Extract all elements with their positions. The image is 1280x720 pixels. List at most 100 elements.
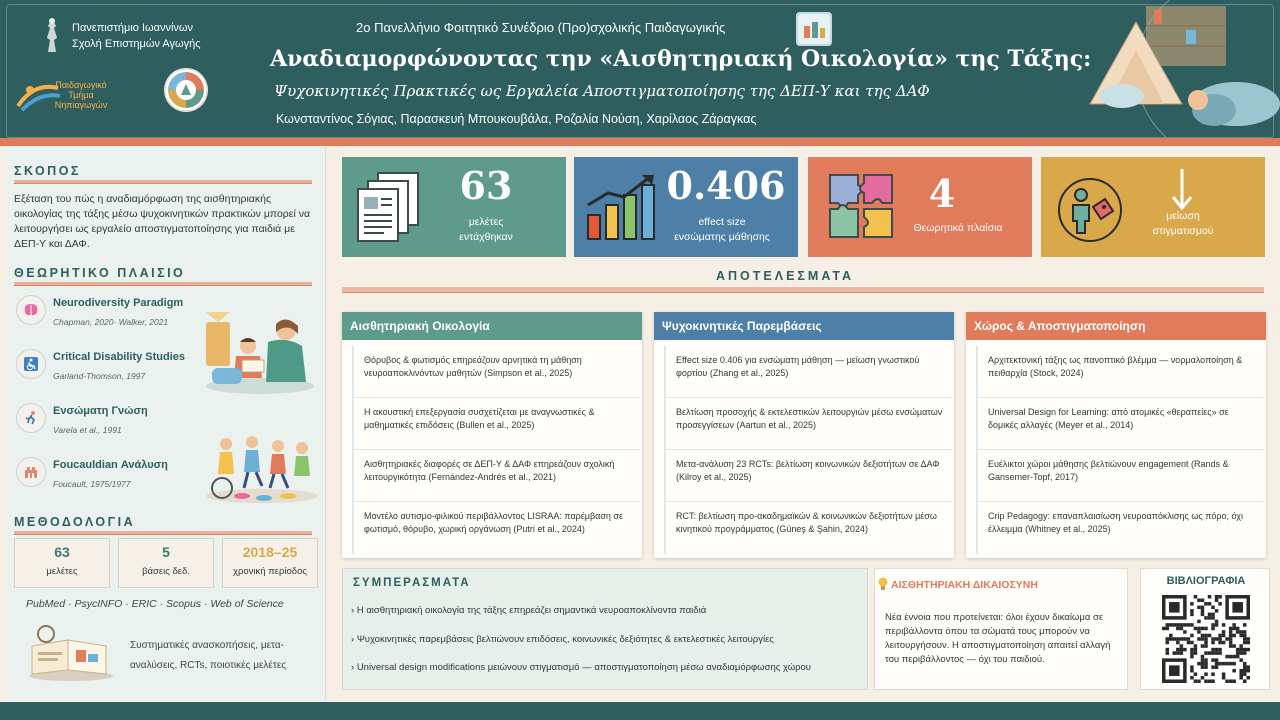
method-stat-studies: 63 μελέτες xyxy=(14,538,110,588)
result-item: Αισθητηριακές διαφορές σε ΔΕΠ-Υ & ΔΑΦ επ… xyxy=(354,450,640,502)
sensory-justice-text: Νέα έννοια που προτείνεται: όλοι έχουν δ… xyxy=(885,612,1111,665)
conference-logo xyxy=(796,12,832,46)
result-item: Η ακουστική επεξεργασία συσχετίζεται με … xyxy=(354,398,640,450)
framework-title: Critical Disability Studies xyxy=(53,351,186,363)
arrow-down-icon xyxy=(1171,169,1193,211)
authors-line: Κωνσταντίνος Σόγιας, Παρασκευή Μπουκουβά… xyxy=(276,112,757,126)
stat-label: effect size ενσώματης μάθησης xyxy=(658,215,786,245)
framework-title: Neurodiversity Paradigm xyxy=(53,297,184,309)
open-books-illustration xyxy=(29,625,113,681)
result-item: Θόρυβος & φωτισμός επηρεάζουν αρνητικά τ… xyxy=(354,346,640,398)
aim-divider xyxy=(14,180,312,184)
university-logo xyxy=(47,18,57,52)
footer-band xyxy=(0,702,1280,720)
growth-bar-chart-icon xyxy=(587,175,655,240)
results-divider xyxy=(342,287,1264,293)
person-with-tag-icon xyxy=(1058,178,1122,242)
department-logo-line: Τμήμα xyxy=(68,90,94,100)
documents-icon xyxy=(357,172,419,242)
conclusion-item: › Universal design modifications μειώνου… xyxy=(351,662,811,673)
databases-list: PubMed · PsycINFO · ERIC · Scopus · Web … xyxy=(26,598,284,610)
conference-name: 2ο Πανελλήνιο Φοιτητικό Συνέδριο (Προ)σχ… xyxy=(356,20,726,35)
column-item-list: Effect size 0.406 για ενσώματη μάθηση — … xyxy=(664,346,952,554)
header-accent-band xyxy=(0,138,1280,146)
methodology-divider xyxy=(14,531,312,535)
stat-value: 4 xyxy=(928,171,956,216)
results-column-space-destigmatization: Χώρος & Αποστιγματοποίηση Αρχιτεκτονική … xyxy=(966,312,1266,558)
results-heading: ΑΠΟΤΕΛΕΣΜΑΤΑ xyxy=(716,269,855,283)
puzzle-icon xyxy=(829,174,893,238)
stat-label: μείωση στιγματισμού xyxy=(1131,209,1235,239)
conclusion-text: Ψυχοκινητικές παρεμβάσεις βελτιώνουν επι… xyxy=(356,634,774,645)
stat-label: Θεωρητικά πλαίσια xyxy=(913,222,1003,234)
stat-card-effect-size: 0.406 effect size ενσώματης μάθησης xyxy=(574,157,798,257)
result-item: RCT: βελτίωση προ-ακαδημαϊκών & κοινωνικ… xyxy=(676,511,937,534)
framework-citation: Varela et al., 1991 xyxy=(53,425,122,435)
conclusions-panel: ΣΥΜΠΕΡΑΣΜΑΤΑ › Η αισθητηριακή οικολογία … xyxy=(342,568,868,690)
result-item: Μοντέλο αυτισμο-φιλικού περιβάλλοντος LI… xyxy=(364,511,624,534)
accessibility-icon xyxy=(16,349,46,379)
result-item: Effect size 0.406 για ενσώματη μάθηση — … xyxy=(666,346,952,398)
stat-card-studies: 63 μελέτες εντάχθηκαν xyxy=(342,157,566,257)
sensory-justice-heading: ΑΙΣΘΗΤΗΡΙΑΚΗ ΔΙΚΑΙΟΣΥΝΗ xyxy=(891,579,1038,591)
conclusion-text: Η αισθητηριακή οικολογία της τάξης επηρε… xyxy=(356,605,707,616)
result-item: Crip Pedagogy: επαναπλαισίωση νευροαπόκλ… xyxy=(988,511,1244,534)
aim-text: Εξέταση του πώς η αναδιαμόρφωση της αισθ… xyxy=(14,193,311,250)
conclusions-heading: ΣΥΜΠΕΡΑΣΜΑΤΑ xyxy=(353,577,471,589)
framework-citation: Foucault, 1975/1977 xyxy=(53,479,131,489)
conclusion-item: › Η αισθητηριακή οικολογία της τάξης επη… xyxy=(351,605,707,616)
department-logo-text: Παιδαγωγικό Τμήμα Νηπιαγωγών xyxy=(52,80,110,110)
aim-heading: ΣΚΟΠΟΣ xyxy=(14,164,81,178)
conclusion-item: › Ψυχοκινητικές παρεμβάσεις βελτιώνουν ε… xyxy=(351,634,774,645)
bibliography-heading: ΒΙΒΛΙΟΓΡΑΦΙΑ xyxy=(1166,575,1246,587)
movement-icon xyxy=(16,403,46,433)
column-item-list: Αρχιτεκτονική τάξης ως πανοπτικό βλέμμα … xyxy=(976,346,1264,554)
results-column-sensory-ecology: Αισθητηριακή Οικολογία Θόρυβος & φωτισμό… xyxy=(342,312,642,558)
children-playing-illustration xyxy=(206,436,318,503)
stat-value: 0.406 xyxy=(666,163,786,208)
method-stat-label: βάσεις δεδ. xyxy=(142,566,190,577)
bibliography-qr-code[interactable] xyxy=(1162,595,1250,683)
column-header: Χώρος & Αποστιγματοποίηση xyxy=(966,312,1266,340)
school-name: Σχολή Επιστημών Αγωγής xyxy=(72,38,201,50)
column-item-list: Θόρυβος & φωτισμός επηρεάζουν αρνητικά τ… xyxy=(352,346,640,554)
stat-card-stigma: μείωση στιγματισμού xyxy=(1041,157,1265,257)
result-item: Ευέλικτοι χώροι μάθησης βελτιώνουν engag… xyxy=(978,450,1264,502)
classroom-reading-corner-illustration xyxy=(1089,0,1280,140)
conclusion-text: Universal design modifications μειώνουν … xyxy=(356,662,811,673)
column-header: Ψυχοκινητικές Παρεμβάσεις xyxy=(654,312,954,340)
result-item: Μετα-ανάλυση 23 RCTs: βελτίωση κοινωνικώ… xyxy=(666,450,952,502)
sensory-justice-panel: ΑΙΣΘΗΤΗΡΙΑΚΗ ΔΙΚΑΙΟΣΥΝΗ Νέα έννοια που π… xyxy=(874,568,1128,690)
header-banner: Πανεπιστήμιο Ιωαννίνων Σχολή Επιστημών Α… xyxy=(0,0,1280,140)
methodology-heading: ΜΕΘΟΔΟΛΟΓΙΑ xyxy=(14,515,136,529)
result-item: Αρχιτεκτονική τάξης ως πανοπτικό βλέμμα … xyxy=(978,346,1264,398)
framework-heading: ΘΕΩΡΗΤΙΚΟ ΠΛΑΙΣΙΟ xyxy=(14,266,186,280)
column-header: Αισθητηριακή Οικολογία xyxy=(342,312,642,340)
parent-reading-illustration xyxy=(206,312,314,394)
poster-subtitle: Ψυχοκινητικές Πρακτικές ως Εργαλεία Αποσ… xyxy=(274,82,930,100)
method-stat-label: χρονική περίοδος xyxy=(233,566,307,577)
department-logo-line: Νηπιαγωγών xyxy=(54,100,108,110)
lightbulb-icon xyxy=(878,577,888,590)
stat-value: 63 xyxy=(459,163,513,208)
method-stat-databases: 5 βάσεις δεδ. xyxy=(118,538,214,588)
stat-label-line: εντάχθηκαν xyxy=(459,231,513,243)
stat-label-line: effect size xyxy=(698,216,746,228)
bibliography-panel: ΒΙΒΛΙΟΓΡΑΦΙΑ xyxy=(1140,568,1270,690)
department-logo-line: Παιδαγωγικό xyxy=(55,80,107,90)
stat-card-frameworks: 4 Θεωρητικά πλαίσια xyxy=(808,157,1032,257)
result-item: Βελτίωση προσοχής & εκτελεστικών λειτουρ… xyxy=(666,398,952,450)
framework-title: Ενσώματη Γνώση xyxy=(53,405,148,417)
stat-label-line: στιγματισμού xyxy=(1152,225,1214,237)
university-name-block: Πανεπιστήμιο Ιωαννίνων Σχολή Επιστημών Α… xyxy=(72,20,201,52)
university-name: Πανεπιστήμιο Ιωαννίνων xyxy=(72,22,193,34)
result-item: Universal Design for Learning: από ατομι… xyxy=(978,398,1264,450)
framework-citation: Garland-Thomson, 1997 xyxy=(53,371,146,381)
poster-title: Αναδιαμορφώνοντας την «Αισθητηριακή Οικο… xyxy=(270,46,1092,72)
results-column-psychomotor: Ψυχοκινητικές Παρεμβάσεις Effect size 0.… xyxy=(654,312,954,558)
research-lab-logo xyxy=(164,68,208,112)
building-icon xyxy=(16,457,46,487)
left-sidebar: ΣΚΟΠΟΣ Εξέταση του πώς η αναδιαμόρφωση τ… xyxy=(6,146,326,700)
stat-label-line: ενσώματης μάθησης xyxy=(674,231,770,243)
method-stat-label: μελέτες xyxy=(46,566,78,577)
